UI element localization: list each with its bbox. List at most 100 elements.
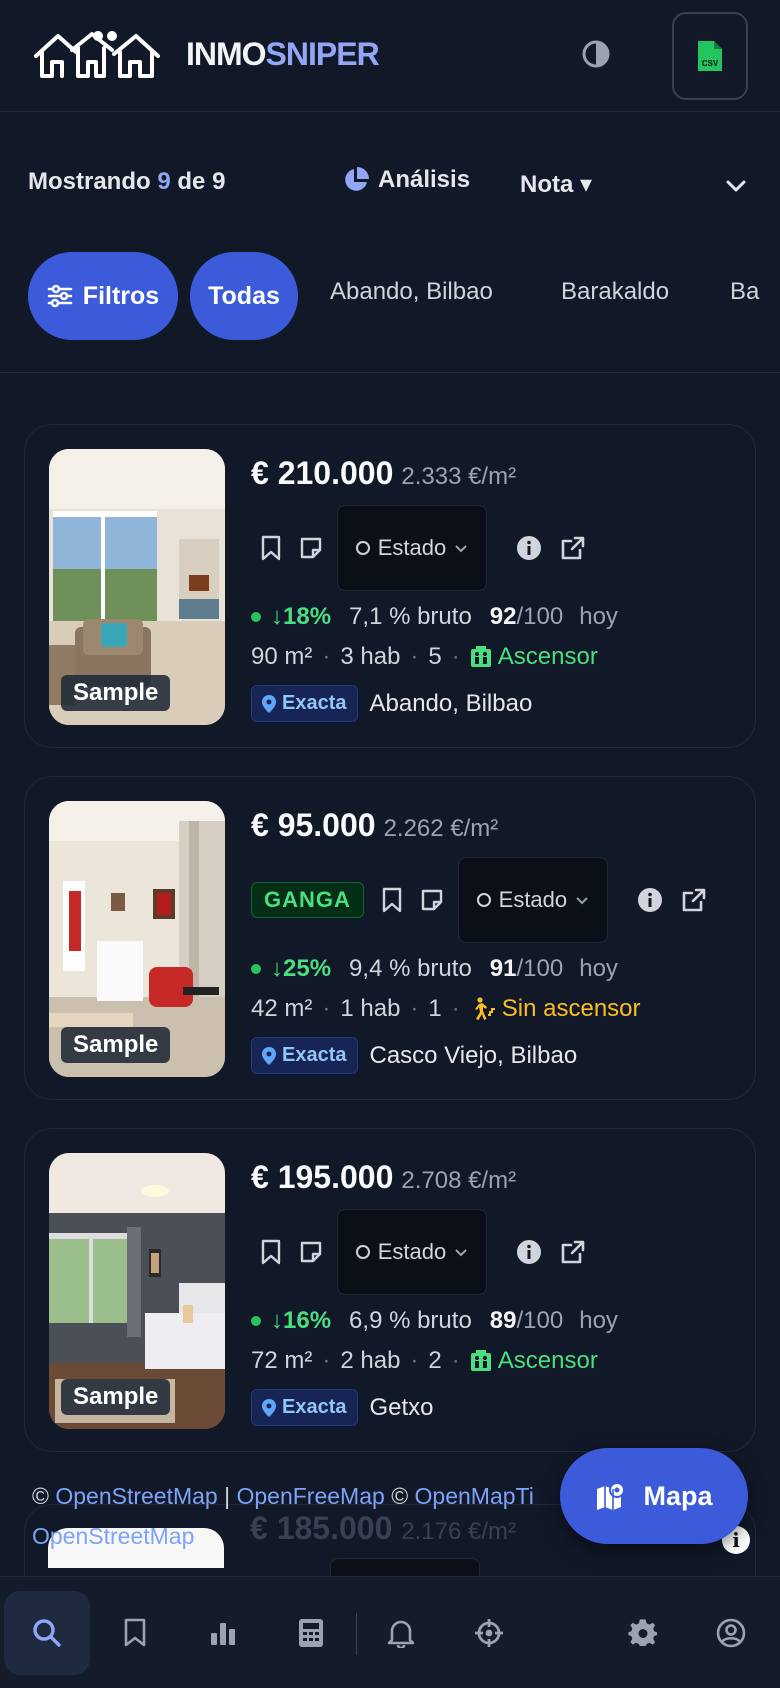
area: 72 m² [251,1347,313,1374]
area: 90 m² [251,643,313,670]
map-icon [597,1482,626,1510]
theme-toggle-icon[interactable] [580,38,612,70]
elevator-label: Sin ascensor [501,995,641,1022]
location-name: Abando, Bilbao [369,689,533,717]
open-external-button[interactable] [553,528,593,568]
showing-prefix: Mostrando [28,168,151,195]
listing-card[interactable]: Sample € 210.000 2.333 €/m² Estado ↓18% 7… [24,424,756,748]
results-count: Mostrando 9 de 9 [28,168,225,196]
note-button[interactable] [412,880,452,920]
bookmark-button[interactable] [372,880,412,920]
listing-price: € 210.000 2.333 €/m² [251,455,516,492]
chip-all[interactable]: Todas [190,252,298,340]
status-dot [251,1316,261,1326]
price-value: € 195.000 [251,1159,394,1195]
sort-select[interactable]: Nota ▾ [520,170,592,199]
listed-when: hoy [579,603,618,630]
chevron-down-icon [455,545,467,553]
chip-location[interactable]: Barakaldo [561,278,669,306]
csv-label: CSV [702,59,719,68]
info-icon [517,536,541,560]
openfreemap-link[interactable]: OpenFreeMap [236,1483,384,1509]
location-precision-badge: Exacta [251,1037,358,1074]
location-row: Exacta Casco Viejo, Bilbao [251,1037,577,1074]
attribution-separator: | [224,1483,231,1509]
rooms: 2 hab [340,1347,401,1374]
score-max: /100 [516,603,564,630]
chevron-down-icon[interactable] [722,172,750,200]
listing-price: € 195.000 2.708 €/m² [251,1159,516,1196]
score-value: 91 [489,955,517,982]
bookmark-icon [124,1618,146,1647]
map-button[interactable]: Mapa [560,1448,748,1544]
price-per-m2: 2.262 €/m² [383,815,499,842]
status-select[interactable]: Estado [457,857,608,943]
gross-yield: 7,1 % bruto [349,603,472,630]
chip-location[interactable]: Abando, Bilbao [330,278,493,306]
status-select[interactable]: Estado [337,505,487,591]
copyright-symbol: © [32,1483,49,1509]
listing-actions: Estado [251,505,593,591]
info-button[interactable] [509,1232,549,1272]
precision-label: Exacta [282,1396,347,1418]
osm-link[interactable]: OpenStreetMap [32,1523,194,1549]
info-icon [637,888,662,912]
listing-card[interactable]: Sample € 95.000 2.262 €/m² GANGA Estado ↓… [24,776,756,1100]
bell-icon [387,1620,415,1648]
note-button[interactable] [291,1232,331,1272]
status-select-partial [330,1558,480,1578]
nav-profile[interactable] [688,1591,774,1675]
price-value: € 210.000 [251,455,394,491]
openmaptiles-link[interactable]: OpenMapTi [415,1483,534,1509]
analysis-label: Análisis [378,166,471,193]
export-csv-button[interactable]: CSV [672,12,748,100]
nav-alerts[interactable] [358,1591,444,1675]
calculator-icon [299,1619,323,1647]
chip-location[interactable]: Ba [730,278,759,306]
nav-settings[interactable] [600,1591,686,1675]
gear-icon [628,1619,657,1647]
listing-card[interactable]: Sample € 195.000 2.708 €/m² Estado ↓16% 6… [24,1128,756,1452]
listing-photo[interactable]: Sample [49,1153,225,1429]
filter-chips: Filtros Todas Abando, Bilbao Barakaldo B… [0,252,780,342]
gross-yield: 9,4 % bruto [349,955,472,982]
score-max: /100 [516,955,564,982]
sample-badge: Sample [61,1027,171,1063]
floor: 1 [428,995,442,1022]
listing-price: € 95.000 2.262 €/m² [251,807,498,844]
note-button[interactable] [291,528,331,568]
open-external-button[interactable] [674,880,714,920]
listing-actions: GANGA Estado [251,857,714,943]
precision-label: Exacta [282,1044,347,1066]
info-button[interactable] [509,528,549,568]
map-pin-icon [262,1046,276,1065]
bottom-nav [0,1576,780,1688]
bookmark-button[interactable] [251,528,291,568]
bar-chart-icon [211,1623,235,1645]
nav-sniper[interactable] [446,1591,532,1675]
location-precision-badge: Exacta [251,1389,358,1426]
search-icon [33,1619,61,1647]
analysis-button[interactable]: Análisis [342,166,470,194]
price-per-m2: 2.708 €/m² [401,1167,517,1194]
floor: 5 [428,643,442,670]
nav-saved[interactable] [92,1591,178,1675]
listing-photo[interactable]: Sample [49,449,225,725]
nav-calculator[interactable] [268,1591,354,1675]
brand-name: INMOSNIPER [186,36,380,73]
osm-link[interactable]: OpenStreetMap [55,1483,217,1509]
filters-button[interactable]: Filtros [28,252,178,340]
nav-stats[interactable] [180,1591,266,1675]
open-external-button[interactable] [553,1232,593,1272]
listing-photo[interactable]: Sample [49,801,225,1077]
score-max: /100 [516,1307,564,1334]
price-drop: ↓25% [271,955,332,982]
status-select[interactable]: Estado [337,1209,487,1295]
bookmark-button[interactable] [251,1232,291,1272]
info-button[interactable] [630,880,670,920]
price-drop: ↓18% [271,603,332,630]
elevator-label: Ascensor [497,1347,598,1374]
logo-houses-icon [34,31,160,78]
divider [0,372,780,373]
nav-search[interactable] [4,1591,90,1675]
